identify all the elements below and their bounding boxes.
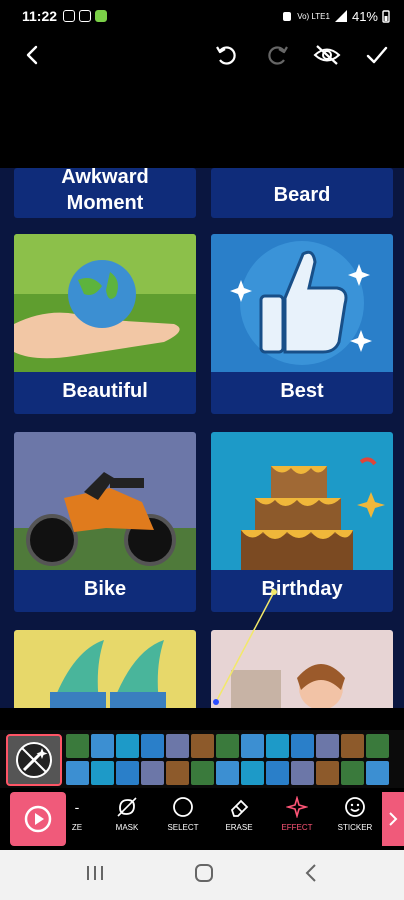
frame-thumbnail[interactable]	[66, 734, 89, 758]
selected-layer-thumbnail[interactable]	[6, 734, 62, 786]
status-time: 11:22	[22, 8, 58, 24]
frame-thumbnail[interactable]	[91, 734, 114, 758]
frame-thumbnail[interactable]	[141, 734, 164, 758]
frame-thumbnail[interactable]	[366, 734, 389, 758]
network-label: Vo) LTE1	[297, 11, 330, 21]
play-button[interactable]	[10, 792, 66, 846]
back-button[interactable]	[18, 40, 48, 70]
tool-sticker[interactable]: STICKER	[328, 796, 382, 832]
nav-back-icon	[305, 863, 317, 882]
tool-label: SELECT	[167, 823, 199, 832]
square-icon	[63, 10, 76, 22]
frame-thumbnail[interactable]	[266, 761, 289, 785]
tool-label: ERASE	[225, 823, 253, 832]
drawn-line-overlay	[213, 589, 277, 705]
battery-percent: 41%	[351, 8, 378, 24]
effect-icon	[286, 796, 308, 818]
recents-icon	[86, 865, 103, 880]
frame-thumbnail[interactable]	[166, 761, 189, 785]
tool-label: MASK	[115, 823, 139, 832]
back-icon	[26, 45, 38, 65]
frame-thumbnail[interactable]	[91, 761, 114, 785]
tool-erase[interactable]: ERASE	[212, 796, 266, 832]
frame-thumbnail[interactable]	[341, 761, 364, 785]
status-bar: 11:22 Vo) LTE1 41%	[0, 0, 404, 32]
timeline-strip[interactable]	[0, 730, 404, 788]
tool-effect[interactable]: EFFECT	[270, 796, 324, 832]
frame-thumbnail[interactable]	[116, 734, 139, 758]
sticker-icon	[345, 797, 365, 817]
tool-label: ZE	[71, 823, 83, 832]
play-icon	[24, 805, 52, 833]
hide-icon	[313, 45, 341, 65]
frame-thumbnail[interactable]	[341, 734, 364, 758]
frame-thumbnail[interactable]	[316, 734, 339, 758]
green-app-icon	[95, 10, 108, 22]
alarm-icon	[283, 12, 292, 21]
frame-thumbnail[interactable]	[241, 734, 264, 758]
frame-thumbnail[interactable]	[116, 761, 139, 785]
frame-thumbnail[interactable]	[241, 761, 264, 785]
frame-thumbnail[interactable]	[166, 734, 189, 758]
signal-icon	[334, 10, 347, 22]
nav-back-button[interactable]	[303, 863, 319, 888]
sticker-grid: Awkward Moment Beard Beautiful Best Bike…	[0, 168, 404, 708]
status-right: Vo) LTE1 41%	[281, 9, 390, 24]
frame-thumbnail[interactable]	[191, 734, 214, 758]
frame-thumbnail[interactable]	[141, 761, 164, 785]
home-icon	[194, 863, 213, 882]
check-icon	[366, 46, 388, 64]
frame-thumbnail[interactable]	[291, 761, 314, 785]
frame-thumbnail[interactable]	[191, 761, 214, 785]
home-button[interactable]	[194, 863, 214, 888]
status-notification-icons	[63, 10, 108, 22]
tool-select[interactable]: SELECT	[156, 796, 210, 832]
magic-wand-icon	[16, 742, 52, 778]
frame-thumbnail[interactable]	[291, 734, 314, 758]
undo-button[interactable]	[212, 40, 242, 70]
frame-thumbnail[interactable]	[66, 761, 89, 785]
select-icon	[173, 797, 193, 817]
eraser-icon	[230, 799, 249, 817]
recent-apps-button[interactable]	[85, 864, 105, 887]
tool-ze[interactable]: - ZE	[66, 796, 88, 832]
frame-thumbnails[interactable]	[66, 734, 404, 786]
tool-label: STICKER	[337, 823, 373, 832]
system-nav-bar	[0, 850, 404, 900]
tool-bar: - ZE MASK SELECT ERASE EFFECT STICKER	[0, 790, 404, 848]
confirm-button[interactable]	[362, 40, 392, 70]
frame-thumbnail[interactable]	[266, 734, 289, 758]
redo-icon	[268, 46, 288, 65]
frame-thumbnail[interactable]	[366, 761, 389, 785]
frame-thumbnail[interactable]	[216, 734, 239, 758]
mask-icon	[117, 797, 137, 817]
redo-button[interactable]	[262, 40, 292, 70]
frame-thumbnail[interactable]	[316, 761, 339, 785]
editor-toolbar	[0, 32, 404, 78]
battery-icon	[382, 10, 390, 23]
undo-icon	[216, 46, 236, 65]
square-icon	[79, 10, 92, 22]
chevron-right-icon	[389, 812, 398, 826]
hide-button[interactable]	[312, 40, 342, 70]
tool-label: EFFECT	[281, 823, 313, 832]
tool-mask[interactable]: MASK	[100, 796, 154, 832]
scroll-tools-right-button[interactable]	[382, 792, 404, 846]
frame-thumbnail[interactable]	[216, 761, 239, 785]
